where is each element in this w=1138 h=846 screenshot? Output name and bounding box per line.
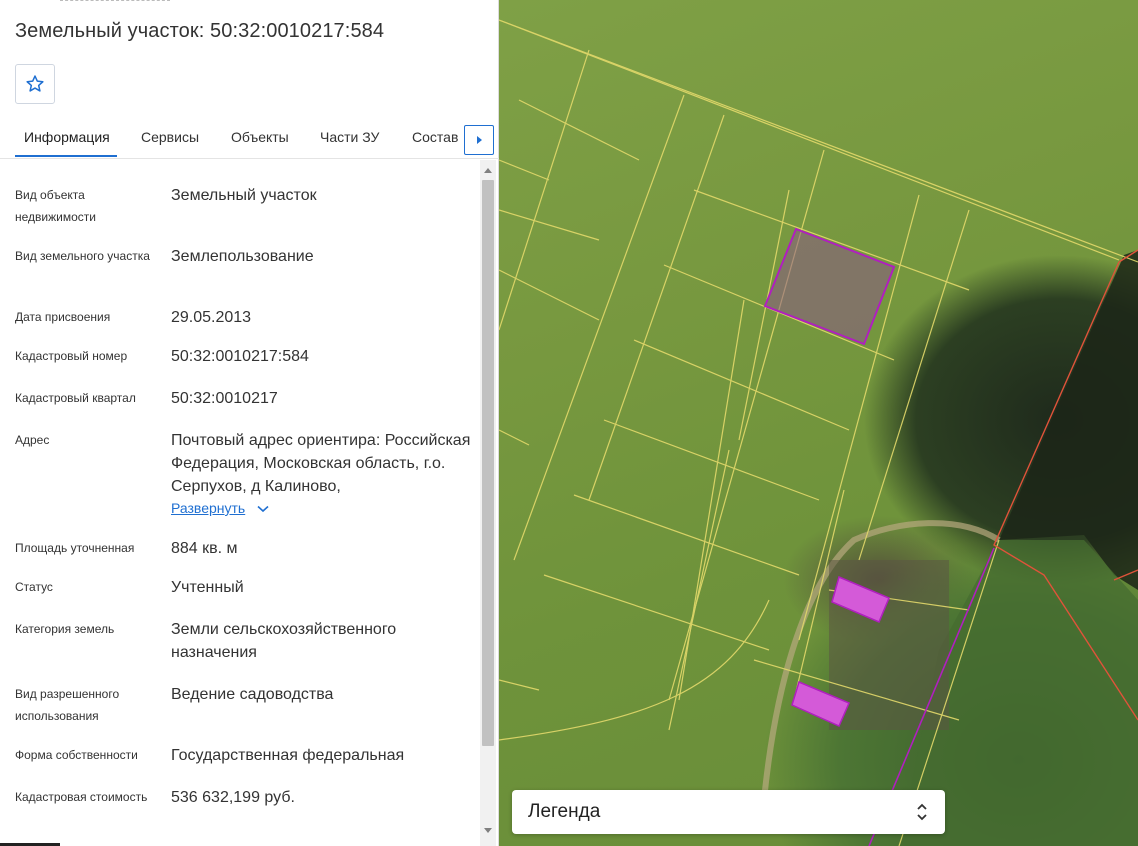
properties-list: Вид объекта недвижимости Земельный участ… xyxy=(0,160,480,846)
selected-parcel[interactable] xyxy=(763,227,896,346)
favorite-button[interactable] xyxy=(15,64,55,104)
legend-panel[interactable]: Легенда xyxy=(512,790,945,834)
property-value: 50:32:0010217:584 xyxy=(171,348,309,365)
forest-area xyxy=(999,250,1138,590)
property-label: Статус xyxy=(15,580,53,594)
property-value: 29.05.2013 xyxy=(171,309,252,326)
property-label: Вид разрешенного использования xyxy=(15,687,120,723)
page-title: Земельный участок: 50:32:0010217:584 xyxy=(15,20,385,42)
scrollbar-thumb[interactable] xyxy=(482,180,494,746)
tab-composition[interactable]: Состав xyxy=(412,129,458,145)
property-value: 536 632,199 руб. xyxy=(171,789,295,806)
tab-parts[interactable]: Части ЗУ xyxy=(320,129,379,145)
property-label: Дата присвоения xyxy=(15,310,111,324)
property-label: Кадастровый номер xyxy=(15,349,128,363)
property-label: Вид объекта недвижимости xyxy=(15,188,96,224)
property-label: Категория земель xyxy=(15,622,115,636)
property-label: Кадастровый квартал xyxy=(15,391,136,405)
chevron-down-icon[interactable] xyxy=(257,505,269,513)
tab-objects[interactable]: Объекты xyxy=(231,129,289,145)
tabs-scroll-right-button[interactable] xyxy=(464,125,494,155)
info-panel: Земельный участок: 50:32:0010217:584 Инф… xyxy=(0,0,499,846)
property-label: Площадь уточненная xyxy=(15,541,135,555)
property-value: Почтовый адрес ориентира: Российская Фед… xyxy=(171,432,471,495)
property-value: Земли сельскохозяйственного назначения xyxy=(171,621,397,661)
breadcrumb-remnant xyxy=(60,0,170,3)
property-value: Учтенный xyxy=(171,579,244,596)
property-value: 50:32:0010217 xyxy=(171,390,278,407)
property-label: Кадастровая стоимость xyxy=(15,790,148,804)
property-value: 884 кв. м xyxy=(171,540,238,557)
scroll-up-arrow-icon[interactable] xyxy=(484,168,492,173)
property-label: Вид земельного участка xyxy=(15,249,150,263)
tab-bar: Информация Сервисы Объекты Части ЗУ Сост… xyxy=(0,118,499,159)
property-label: Форма собственности xyxy=(15,748,138,762)
scroll-down-arrow-icon[interactable] xyxy=(484,828,492,833)
property-label: Адрес xyxy=(15,433,50,447)
tab-info[interactable]: Информация xyxy=(24,129,110,145)
active-tab-indicator xyxy=(15,155,117,157)
up-down-chevron-icon[interactable] xyxy=(915,801,929,823)
panel-scrollbar[interactable] xyxy=(480,160,496,846)
legend-title: Легенда xyxy=(528,801,601,822)
property-value: Землепользование xyxy=(171,248,314,265)
property-value: Ведение садоводства xyxy=(171,686,334,703)
property-value: Земельный участок xyxy=(171,187,317,204)
parcel-overlay xyxy=(499,19,1138,846)
triangle-right-icon xyxy=(477,136,482,144)
property-value: Государственная федеральная xyxy=(171,747,405,764)
cadastral-map[interactable] xyxy=(499,0,1138,846)
star-outline-icon xyxy=(26,75,44,92)
expand-address-link[interactable]: Развернуть xyxy=(171,500,245,516)
tab-services[interactable]: Сервисы xyxy=(141,129,199,145)
